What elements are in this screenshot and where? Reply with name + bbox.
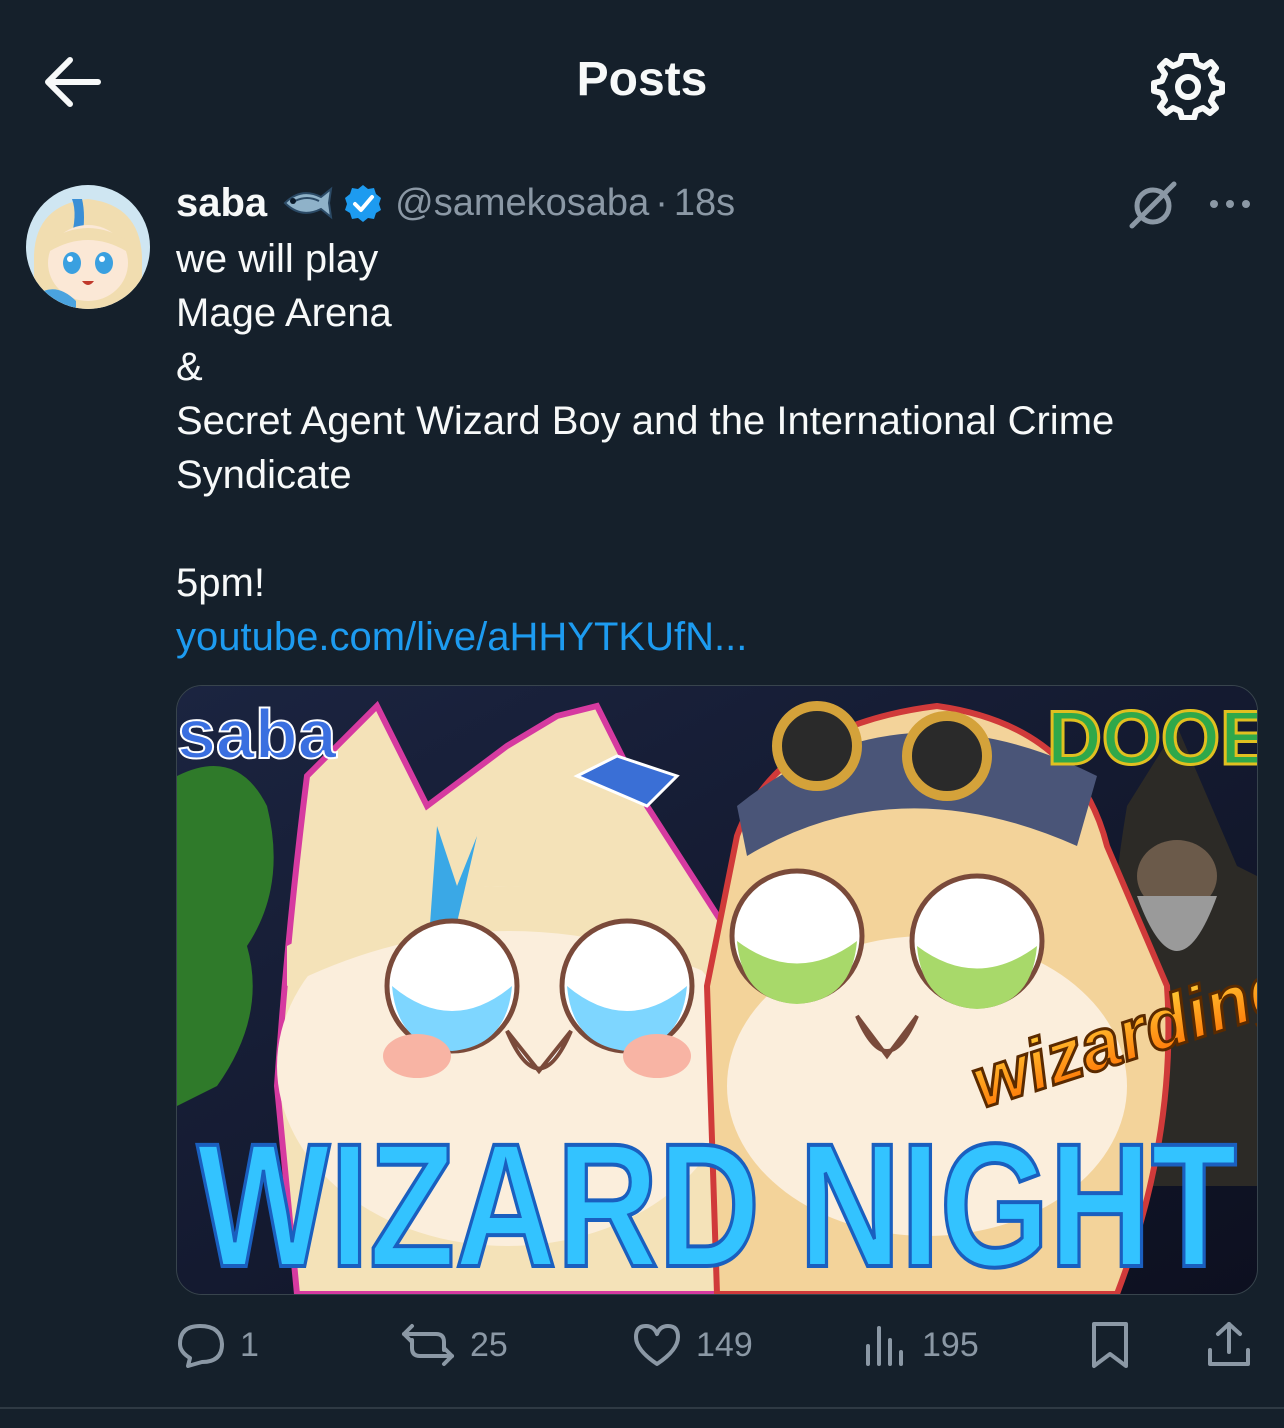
post-line: we will play bbox=[176, 237, 379, 281]
thumbnail-headline-text: WIZARD NIGHT bbox=[197, 1108, 1237, 1294]
bookmark-icon bbox=[1092, 1322, 1128, 1368]
post-header: saba @samekosaba · 18s bbox=[176, 178, 735, 228]
divider bbox=[0, 1407, 1284, 1409]
verified-badge-icon bbox=[345, 185, 382, 222]
views-chart-icon bbox=[866, 1326, 903, 1366]
video-thumbnail[interactable]: saba DOOE wizarding WIZARD NIGHT bbox=[176, 685, 1258, 1295]
like-button[interactable]: 149 bbox=[632, 1310, 753, 1380]
fish-emoji-icon bbox=[283, 186, 333, 220]
top-bar: Posts bbox=[0, 0, 1284, 160]
page-title: Posts bbox=[576, 53, 708, 106]
post-line: 5pm! bbox=[176, 561, 265, 605]
youtube-link[interactable]: youtube.com/live/aHHYTKUfN... bbox=[176, 610, 1236, 664]
grok-icon[interactable] bbox=[1126, 178, 1180, 232]
action-bar: 1 25 149 195 bbox=[176, 1310, 1256, 1380]
share-icon bbox=[1208, 1322, 1250, 1366]
reply-count: 1 bbox=[240, 1325, 259, 1364]
like-count: 149 bbox=[696, 1325, 753, 1364]
post-text: we will play Mage Arena & Secret Agent W… bbox=[176, 232, 1236, 664]
heart-icon bbox=[634, 1324, 680, 1366]
thumbnail-corner-left-text: saba bbox=[177, 695, 338, 773]
reply-button[interactable]: 1 bbox=[176, 1310, 259, 1380]
post-line: Secret Agent Wizard Boy and the Internat… bbox=[176, 399, 1115, 497]
post-timestamp[interactable]: 18s bbox=[674, 182, 735, 225]
separator-dot: · bbox=[655, 181, 668, 224]
post-line-empty bbox=[176, 502, 1236, 556]
author-name[interactable]: saba bbox=[176, 181, 267, 226]
reply-icon bbox=[178, 1324, 224, 1368]
post-line: Mage Arena bbox=[176, 291, 392, 335]
bookmark-button[interactable] bbox=[1088, 1310, 1146, 1380]
views-button[interactable]: 195 bbox=[862, 1310, 979, 1380]
author-handle[interactable]: @samekosaba bbox=[395, 182, 649, 225]
repost-button[interactable]: 25 bbox=[400, 1310, 508, 1380]
post-line: & bbox=[176, 345, 203, 389]
more-options-icon[interactable] bbox=[1202, 186, 1258, 222]
gear-icon[interactable] bbox=[1150, 48, 1226, 121]
repost-icon bbox=[402, 1324, 454, 1366]
avatar[interactable] bbox=[26, 185, 150, 309]
share-button[interactable] bbox=[1206, 1310, 1266, 1380]
thumbnail-corner-right-text: DOOE bbox=[1047, 696, 1257, 781]
repost-count: 25 bbox=[470, 1325, 508, 1364]
view-count: 195 bbox=[922, 1325, 979, 1364]
